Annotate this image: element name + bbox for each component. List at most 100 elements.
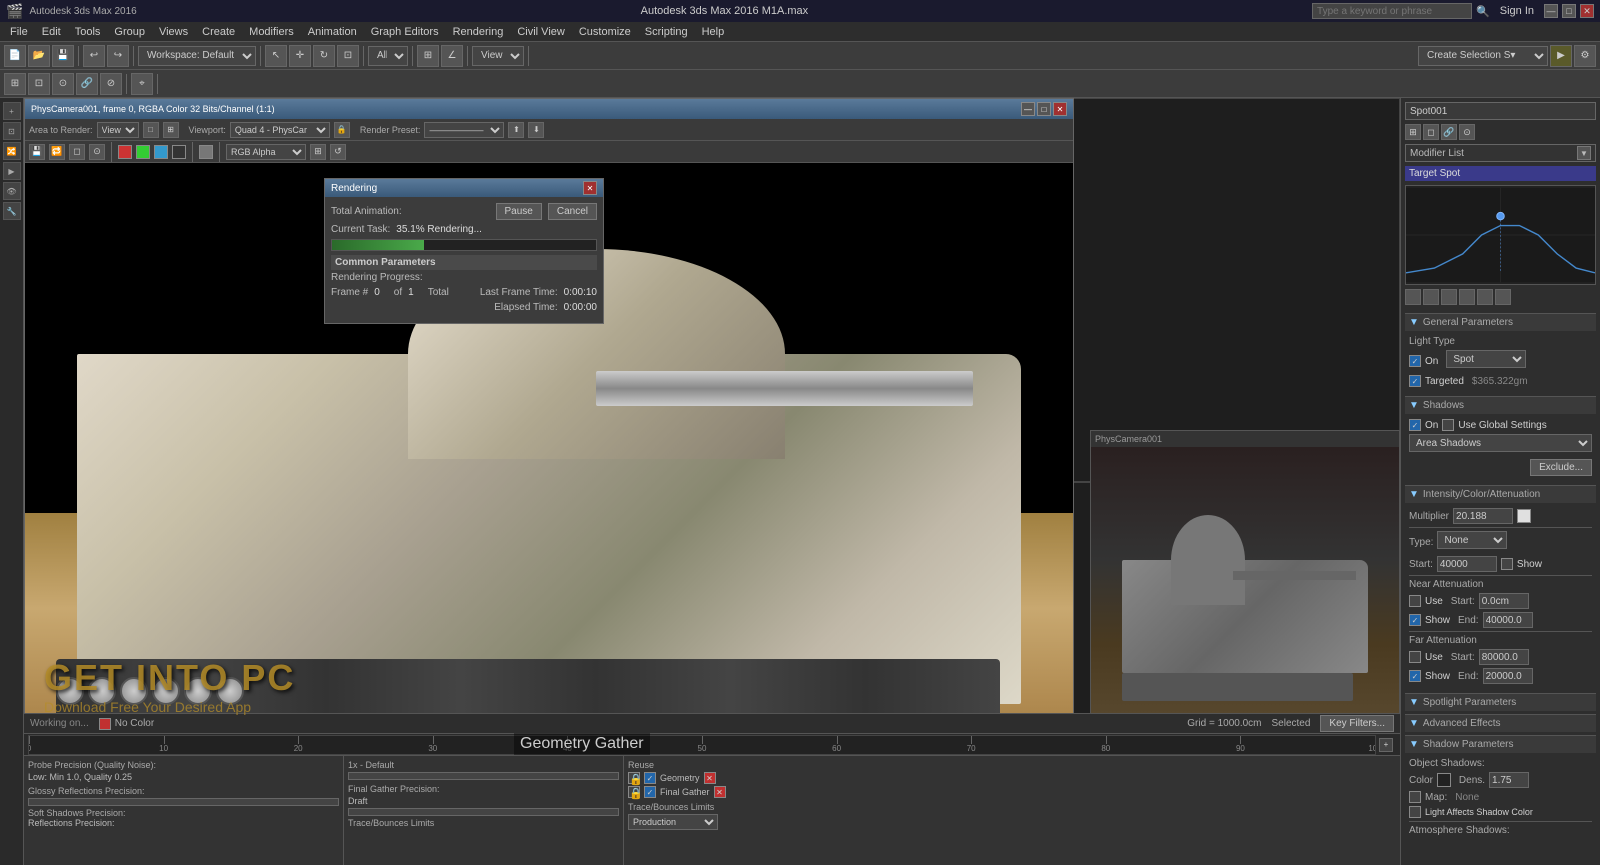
intensity-section[interactable]: ▼ Intensity/Color/Attenuation	[1405, 485, 1596, 503]
render-win-controls[interactable]: — □ ✕	[1021, 102, 1067, 116]
far-show-check[interactable]: ✓	[1409, 670, 1421, 682]
production-select[interactable]: Production	[628, 814, 718, 830]
key-filters-btn[interactable]: Key Filters...	[1320, 715, 1394, 732]
color-dark[interactable]	[172, 145, 186, 159]
maximize-btn[interactable]: □	[1562, 4, 1576, 18]
selection-dropdown[interactable]: Create Selection S▾	[1418, 46, 1548, 66]
far-end-input[interactable]	[1483, 668, 1533, 684]
menu-create[interactable]: Create	[196, 24, 241, 40]
menu-scripting[interactable]: Scripting	[639, 24, 694, 40]
area-shadows-dropdown[interactable]: Area Shadows	[1409, 434, 1592, 452]
menu-modifiers[interactable]: Modifiers	[243, 24, 300, 40]
rt2-btn3[interactable]: ◻	[69, 144, 85, 160]
area-dropdown[interactable]: View	[97, 122, 139, 138]
far-use-check[interactable]	[1409, 651, 1421, 663]
advanced-effects-section[interactable]: ▼ Advanced Effects	[1405, 714, 1596, 732]
color-swatch[interactable]	[1517, 509, 1531, 523]
sidebar-create[interactable]: +	[3, 102, 21, 120]
menu-civil-view[interactable]: Civil View	[511, 24, 570, 40]
search-input[interactable]	[1312, 3, 1472, 19]
add-key-btn[interactable]: +	[1379, 738, 1393, 752]
shadow-color-swatch[interactable]	[1437, 773, 1451, 787]
final-gather-check[interactable]: ✓	[644, 786, 656, 798]
menu-edit[interactable]: Edit	[36, 24, 67, 40]
tb2-btn1[interactable]: ⊞	[4, 73, 26, 95]
on-check[interactable]: ✓	[1409, 355, 1421, 367]
close-btn[interactable]: ✕	[1580, 4, 1594, 18]
render-setup-btn[interactable]: ⚙	[1574, 45, 1596, 67]
multiplier-input[interactable]	[1453, 508, 1513, 524]
rt2-btn1[interactable]: 💾	[29, 144, 45, 160]
use-global-check[interactable]	[1442, 419, 1454, 431]
tb2-btn3[interactable]: ⊙	[52, 73, 74, 95]
rendering-dialog-titlebar[interactable]: Rendering ✕	[325, 179, 603, 197]
menu-rendering[interactable]: Rendering	[447, 24, 510, 40]
rp-curve-icon5[interactable]	[1477, 289, 1493, 305]
open-btn[interactable]: 📂	[28, 45, 50, 67]
viewport-lock[interactable]: 🔒	[334, 122, 350, 138]
rp-curve-icon6[interactable]	[1495, 289, 1511, 305]
shadows-on-check[interactable]: ✓	[1409, 419, 1421, 431]
area-btn1[interactable]: □	[143, 122, 159, 138]
render-win-close[interactable]: ✕	[1053, 102, 1067, 116]
render-win-maximize[interactable]: □	[1037, 102, 1051, 116]
color-blue[interactable]	[154, 145, 168, 159]
near-start-input[interactable]	[1479, 593, 1529, 609]
far-start-input[interactable]	[1479, 649, 1529, 665]
shadows-section[interactable]: ▼ Shadows	[1405, 396, 1596, 414]
decay-start-input[interactable]	[1437, 556, 1497, 572]
minimize-btn[interactable]: —	[1544, 4, 1558, 18]
dens-input[interactable]	[1489, 772, 1529, 788]
timeline-ticks[interactable]: 0 10 20 30 40 50 60 70 80 90 1	[28, 735, 1376, 755]
light-affects-check[interactable]	[1409, 806, 1421, 818]
near-use-check[interactable]	[1409, 595, 1421, 607]
cancel-btn[interactable]: Cancel	[548, 203, 597, 220]
rt2-btn-reset[interactable]: ↺	[330, 144, 346, 160]
rp-curve-icon1[interactable]	[1405, 289, 1421, 305]
viewport-select[interactable]: Quad 4 - PhysCar	[230, 122, 330, 138]
save-btn[interactable]: 💾	[52, 45, 74, 67]
rp-icon1[interactable]: ⊞	[1405, 124, 1421, 140]
tb2-btn2[interactable]: ⊡	[28, 73, 50, 95]
menu-animation[interactable]: Animation	[302, 24, 363, 40]
scale-btn[interactable]: ⊡	[337, 45, 359, 67]
select-btn[interactable]: ↖	[265, 45, 287, 67]
angle-snap-btn[interactable]: ∠	[441, 45, 463, 67]
preset-select[interactable]: ——————	[424, 122, 504, 138]
spot-name-input[interactable]	[1406, 106, 1595, 117]
render-window-titlebar[interactable]: PhysCamera001, frame 0, RGBA Color 32 Bi…	[25, 99, 1073, 119]
tb2-btn6[interactable]: ⌖	[131, 73, 153, 95]
tb2-btn5[interactable]: ⊘	[100, 73, 122, 95]
near-end-input[interactable]	[1483, 612, 1533, 628]
pause-btn[interactable]: Pause	[496, 203, 542, 220]
rp-curve-icon2[interactable]	[1423, 289, 1439, 305]
remove-final-gather-btn[interactable]: ✕	[714, 786, 726, 798]
rotate-btn[interactable]: ↻	[313, 45, 335, 67]
map-check[interactable]	[1409, 791, 1421, 803]
preset-btn2[interactable]: ⬇	[528, 122, 544, 138]
light-type-dropdown[interactable]: Spot	[1446, 350, 1526, 368]
tb2-btn4[interactable]: 🔗	[76, 73, 98, 95]
color-grey[interactable]	[199, 145, 213, 159]
sidebar-display[interactable]: 👁	[3, 182, 21, 200]
rp-icon4[interactable]: ⊙	[1459, 124, 1475, 140]
near-show-check[interactable]: ✓	[1409, 614, 1421, 626]
decay-show-check[interactable]	[1501, 558, 1513, 570]
rt2-btn4[interactable]: ⊙	[89, 144, 105, 160]
sidebar-hierarchy[interactable]: 🔀	[3, 142, 21, 160]
render-btn[interactable]: ▶	[1550, 45, 1572, 67]
area-btn2[interactable]: ⊞	[163, 122, 179, 138]
render-win-minimize[interactable]: —	[1021, 102, 1035, 116]
rp-curve-icon4[interactable]	[1459, 289, 1475, 305]
rp-icon2[interactable]: ◻	[1423, 124, 1439, 140]
rp-curve-icon3[interactable]	[1441, 289, 1457, 305]
rp-icon3[interactable]: 🔗	[1441, 124, 1457, 140]
color-green[interactable]	[136, 145, 150, 159]
menu-customize[interactable]: Customize	[573, 24, 637, 40]
menu-views[interactable]: Views	[153, 24, 194, 40]
menu-tools[interactable]: Tools	[69, 24, 107, 40]
new-btn[interactable]: 📄	[4, 45, 26, 67]
menu-group[interactable]: Group	[108, 24, 151, 40]
lock-icon[interactable]: 🔒	[628, 772, 640, 784]
exclude-btn[interactable]: Exclude...	[1530, 459, 1592, 476]
